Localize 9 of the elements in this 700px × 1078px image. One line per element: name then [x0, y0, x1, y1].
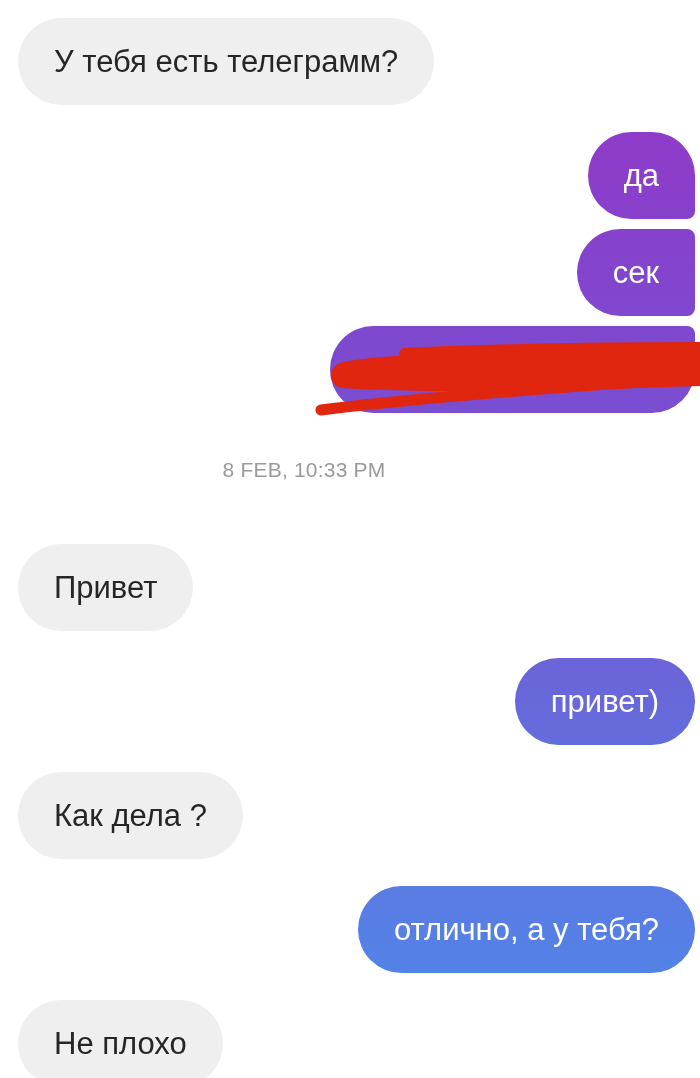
- message-bubble: Привет: [18, 544, 194, 631]
- message-bubble: привет): [514, 658, 695, 745]
- message-bubble: У тебя есть телеграмм?: [18, 18, 435, 105]
- message-bubble: Не плохо: [18, 1000, 223, 1078]
- timestamp: 8 FEB, 10:33 PM: [222, 457, 386, 483]
- message-bubble: отлично, а у тебя?: [357, 886, 695, 973]
- message-bubble: Как дела ?: [18, 772, 243, 859]
- message-bubble: сек: [576, 229, 695, 316]
- message-bubble: да: [587, 132, 695, 219]
